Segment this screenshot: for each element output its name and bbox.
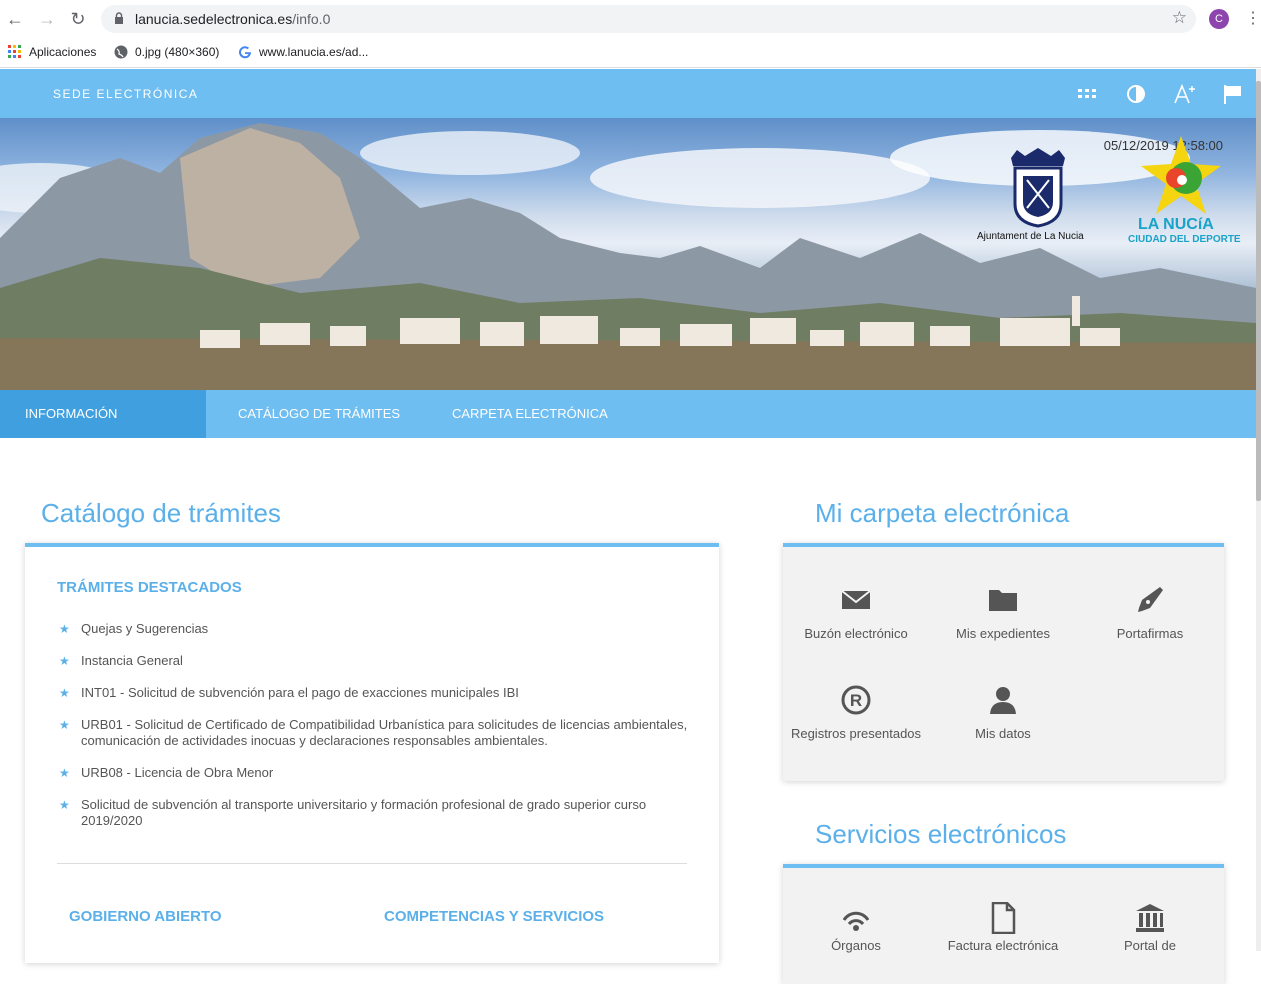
nav-catalogo-tramites[interactable]: CATÁLOGO DE TRÁMITES (206, 390, 432, 438)
list-item[interactable]: ★ INT01 - Solicitud de subvención para el… (57, 685, 697, 701)
star-bullet-icon: ★ (59, 686, 70, 700)
back-arrow-icon[interactable]: ← (4, 8, 26, 30)
carpeta-panel (783, 543, 1224, 781)
forward-arrow-icon[interactable]: → (36, 8, 58, 30)
brand-text[interactable]: SEDE ELECTRÓNICA (53, 87, 198, 101)
catalogo-title: Catálogo de trámites (41, 498, 281, 528)
featured-list: ★ Quejas y Sugerencias ★ Instancia General… (57, 621, 697, 829)
url-text: lanucia.sedelectronica.es/info.0 (135, 11, 331, 27)
bookmark-apps[interactable]: Aplicaciones (8, 45, 96, 59)
list-item[interactable]: ★ Quejas y Sugerencias (57, 621, 697, 637)
section-divider (57, 863, 687, 864)
svg-text:R: R (850, 691, 862, 710)
servicios-title: Servicios electrónicos (815, 819, 1067, 849)
coat-of-arms-caption: Ajuntament de La Nucia (977, 231, 1084, 242)
tile-organos[interactable]: Órganos (786, 902, 926, 954)
list-item[interactable]: ★ Instancia General (57, 653, 697, 669)
google-g-icon (239, 46, 252, 59)
broadcast-icon (842, 911, 870, 931)
star-bullet-icon: ★ (59, 766, 70, 780)
font-size-icon[interactable] (1173, 83, 1195, 105)
list-item[interactable]: ★ URB08 - Licencia de Obra Menor (57, 765, 697, 781)
document-icon (991, 902, 1016, 934)
scrollbar-thumb[interactable] (1256, 81, 1261, 501)
lanucia-logo-subtitle: CIUDAD DEL DEPORTE (1128, 234, 1241, 245)
star-bullet-icon: ★ (59, 654, 70, 668)
registered-icon: R (841, 685, 871, 715)
star-bullet-icon: ★ (59, 798, 70, 812)
bookmark-star-icon[interactable]: ☆ (1172, 8, 1187, 28)
site-topbar: SEDE ELECTRÓNICA (0, 69, 1256, 118)
apps-grid-icon (8, 45, 21, 58)
apps-icon[interactable] (1077, 83, 1099, 105)
coat-of-arms-logo[interactable] (1003, 146, 1073, 228)
institution-icon (1136, 904, 1164, 932)
carpeta-title: Mi carpeta electrónica (815, 498, 1070, 528)
page-scrollbar[interactable] (1256, 69, 1261, 951)
browser-toolbar: ← → ↻ lanucia.sedelectronica.es/info.0 ☆… (0, 0, 1261, 38)
gobierno-abierto-heading[interactable]: GOBIERNO ABIERTO (69, 908, 222, 925)
contrast-icon[interactable] (1125, 83, 1147, 105)
tile-expedientes[interactable]: Mis expedientes (933, 584, 1073, 642)
envelope-icon (841, 590, 871, 609)
list-item[interactable]: ★ URB01 - Solicitud de Certificado de Com… (57, 717, 697, 749)
star-bullet-icon: ★ (59, 718, 70, 732)
star-bullet-icon: ★ (59, 622, 70, 636)
lock-icon (115, 12, 123, 24)
pen-nib-icon (1138, 587, 1163, 612)
user-icon (990, 687, 1016, 714)
language-flag-icon[interactable] (1222, 83, 1244, 105)
hero-banner: 05/12/2019 12:58:00 Ajuntament de La Nuc… (0, 118, 1256, 390)
lanucia-star-logo[interactable] (1136, 134, 1226, 218)
lanucia-logo-title: LA NUCíA (1138, 216, 1214, 233)
globe-icon (114, 45, 128, 59)
nav-carpeta-electronica[interactable]: CARPETA ELECTRÓNICA (420, 390, 640, 438)
nav-informacion-general[interactable]: INFORMACIÓN GENERAL (0, 390, 206, 469)
menu-kebab-icon[interactable]: ⋮ (1245, 9, 1261, 29)
reload-icon[interactable]: ↻ (67, 8, 89, 30)
main-nav: INFORMACIÓN GENERAL CATÁLOGO DE TRÁMITES… (0, 390, 1256, 469)
list-item[interactable]: ★ Solicitud de subvención al transporte u… (57, 797, 697, 829)
bookmark-jpg[interactable]: 0.jpg (480×360) (114, 45, 219, 59)
bookmark-lanucia[interactable]: www.lanucia.es/ad... (238, 45, 368, 59)
bookmarks-bar: Aplicaciones 0.jpg (480×360) www.lanucia… (0, 38, 1261, 68)
tile-registros[interactable]: R Registros presentados (786, 684, 926, 742)
tile-mis-datos[interactable]: Mis datos (933, 684, 1073, 742)
tile-portafirmas[interactable]: Portafirmas (1080, 584, 1220, 642)
address-bar[interactable]: lanucia.sedelectronica.es/info.0 ☆ (101, 5, 1196, 33)
tile-portal[interactable]: Portal de (1080, 902, 1220, 954)
tile-buzon[interactable]: Buzón electrónico (786, 584, 926, 642)
competencias-heading[interactable]: COMPETENCIAS Y SERVICIOS (384, 908, 604, 925)
featured-heading: TRÁMITES DESTACADOS (57, 579, 242, 596)
folder-icon (989, 590, 1017, 611)
tile-factura[interactable]: Factura electrónica (933, 902, 1073, 954)
profile-avatar[interactable]: C (1209, 9, 1229, 29)
